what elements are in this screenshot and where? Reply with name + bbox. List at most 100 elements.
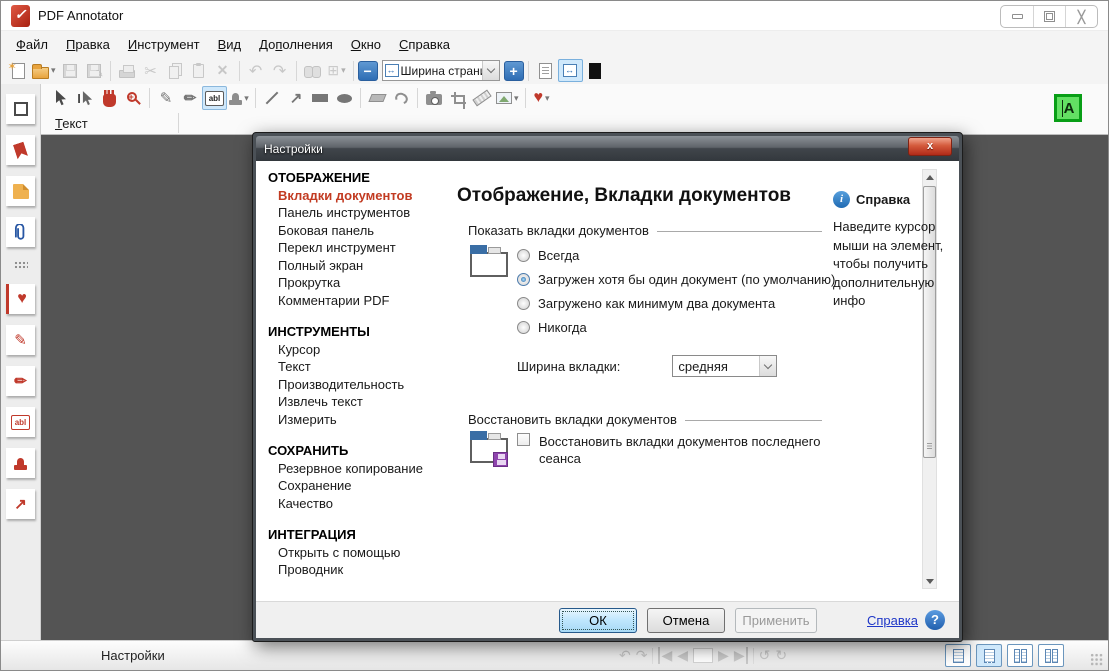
sidebar-tool-marker[interactable]: ✏	[6, 366, 35, 396]
nav-item-open-with[interactable]: Открыть с помощью	[268, 544, 443, 562]
nav-item-text[interactable]: Текст	[268, 358, 443, 376]
radio-option-at-least-two[interactable]: Загружено как минимум два документа	[517, 296, 775, 311]
favorites-button[interactable]: ♥ ▾	[530, 86, 554, 110]
history-back-button[interactable]: ↺	[759, 647, 771, 664]
print-button[interactable]	[115, 59, 139, 83]
sidebar-tool-text-box[interactable]: abl	[6, 407, 35, 437]
close-button[interactable]: ╳	[1065, 6, 1097, 27]
menu-addons[interactable]: Дополнения	[250, 33, 342, 56]
sidebar-tab-notes[interactable]	[6, 176, 35, 206]
select-cursor-button[interactable]	[49, 86, 73, 110]
copy-button[interactable]	[163, 59, 187, 83]
fit-page-button[interactable]	[533, 59, 558, 82]
nav-item-tool-switch[interactable]: Перекл инструмент	[268, 239, 443, 257]
save-button[interactable]	[58, 59, 82, 83]
menu-tool[interactable]: Инструмент	[119, 33, 209, 56]
arrow-tool-button[interactable]: ↗	[284, 86, 308, 110]
dialog-help-link[interactable]: Справка	[867, 613, 918, 628]
sidebar-tool-stamp[interactable]	[6, 448, 35, 478]
first-page-button[interactable]: ◀	[658, 647, 672, 664]
layout-single-button[interactable]	[945, 644, 971, 667]
nav-item-pdf-comments[interactable]: Комментарии PDF	[268, 292, 443, 310]
text-box-tool-button[interactable]: abl	[202, 86, 227, 110]
ellipse-tool-button[interactable]	[332, 86, 356, 110]
delete-button[interactable]: ✕	[211, 59, 235, 83]
radio-option-always[interactable]: Всегда	[517, 248, 579, 263]
nav-item-explorer[interactable]: Проводник	[268, 561, 443, 579]
question-mark-icon[interactable]: ?	[925, 610, 945, 630]
sidebar-tab-bookmarks[interactable]	[6, 135, 35, 165]
radio-icon[interactable]	[517, 297, 530, 310]
find-button[interactable]	[301, 59, 325, 83]
dialog-titlebar[interactable]: Настройки x	[256, 136, 959, 161]
ok-button[interactable]: ОК	[559, 607, 637, 633]
line-tool-button[interactable]	[260, 86, 284, 110]
crop-tool-button[interactable]	[446, 86, 470, 110]
page-number-field[interactable]	[693, 648, 714, 663]
eraser-tool-button[interactable]	[365, 86, 389, 110]
menu-help[interactable]: Справка	[390, 33, 459, 56]
nav-item-saving[interactable]: Сохранение	[268, 477, 443, 495]
menu-view[interactable]: Вид	[209, 33, 251, 56]
new-document-button[interactable]: ✶	[6, 59, 30, 83]
previous-page-button[interactable]: ◀	[677, 647, 688, 664]
dialog-close-button[interactable]: x	[908, 137, 952, 156]
zoom-out-button[interactable]: −	[357, 60, 378, 81]
menu-edit[interactable]: Правка	[57, 33, 119, 56]
nav-item-performance[interactable]: Производительность	[268, 376, 443, 394]
fit-width-button[interactable]	[557, 59, 583, 82]
sidebar-tab-thumbnails[interactable]	[6, 94, 35, 124]
zoom-tool-button[interactable]	[121, 86, 145, 110]
zoom-level-select[interactable]: Ширина страни	[381, 60, 500, 81]
rail-drag-handle[interactable]	[13, 261, 28, 270]
rotate-page-left-icon[interactable]: ↶	[619, 647, 631, 664]
nav-item-measure[interactable]: Измерить	[268, 411, 443, 429]
radio-icon[interactable]	[517, 321, 530, 334]
maximize-button[interactable]	[1033, 6, 1065, 27]
radio-option-at-least-one[interactable]: Загружен хотя бы один документ (по умолч…	[517, 272, 835, 287]
checkbox-icon[interactable]	[517, 433, 530, 446]
radio-icon[interactable]	[517, 273, 530, 286]
nav-item-fullscreen[interactable]: Полный экран	[268, 257, 443, 275]
snapshot-tool-button[interactable]	[422, 86, 446, 110]
menu-file[interactable]: Файл	[7, 33, 57, 56]
nav-item-scrolling[interactable]: Прокрутка	[268, 274, 443, 292]
open-button[interactable]: ▾	[30, 59, 58, 83]
sidebar-tab-attachments[interactable]	[6, 217, 35, 247]
nav-item-quality[interactable]: Качество	[268, 495, 443, 513]
tab-width-select[interactable]: средняя	[672, 355, 778, 377]
minimize-button[interactable]	[1001, 6, 1033, 27]
resize-grip[interactable]	[1090, 653, 1103, 666]
history-forward-button[interactable]: ↻	[775, 647, 787, 664]
marker-tool-button[interactable]: ✏	[178, 86, 202, 110]
last-page-button[interactable]: ▶	[734, 647, 748, 664]
nav-item-backup[interactable]: Резервное копирование	[268, 460, 443, 478]
stamp-tool-button[interactable]: ▾	[227, 86, 251, 110]
layout-facing-continuous-button[interactable]	[1038, 644, 1064, 667]
restore-checkbox-row[interactable]: Восстановить вкладки документов последне…	[517, 433, 837, 467]
paste-button[interactable]	[187, 59, 211, 83]
rectangle-tool-button[interactable]	[308, 86, 332, 110]
nav-item-extract-text[interactable]: Извлечь текст	[268, 393, 443, 411]
save-as-button[interactable]: ✎	[82, 59, 106, 83]
apply-button[interactable]: Применить	[735, 607, 817, 633]
nav-item-toolbar[interactable]: Панель инструментов	[268, 204, 443, 222]
measure-tool-button[interactable]	[470, 86, 494, 110]
zoom-in-button[interactable]: +	[503, 60, 524, 81]
layout-facing-button[interactable]	[1007, 644, 1033, 667]
redo-button[interactable]: ↷	[268, 59, 292, 83]
nav-item-document-tabs[interactable]: Вкладки документов	[268, 187, 443, 205]
cancel-button[interactable]: Отмена	[647, 607, 725, 633]
sidebar-tool-favorite[interactable]: ♥	[6, 284, 35, 314]
lasso-tool-button[interactable]	[389, 86, 413, 110]
nav-item-cursor[interactable]: Курсор	[268, 341, 443, 359]
fullscreen-button[interactable]	[583, 59, 608, 82]
select-text-cursor-button[interactable]: I	[73, 86, 97, 110]
pen-tool-button[interactable]: ✎	[154, 86, 178, 110]
cut-button[interactable]: ✂	[139, 59, 163, 83]
sidebar-tool-arrow[interactable]: ↗	[6, 489, 35, 519]
sidebar-tool-pen[interactable]: ✎	[6, 325, 35, 355]
zoom-dropdown-button[interactable]	[481, 61, 499, 80]
pan-hand-button[interactable]	[97, 86, 121, 110]
insert-image-button[interactable]: ▾	[494, 86, 521, 110]
